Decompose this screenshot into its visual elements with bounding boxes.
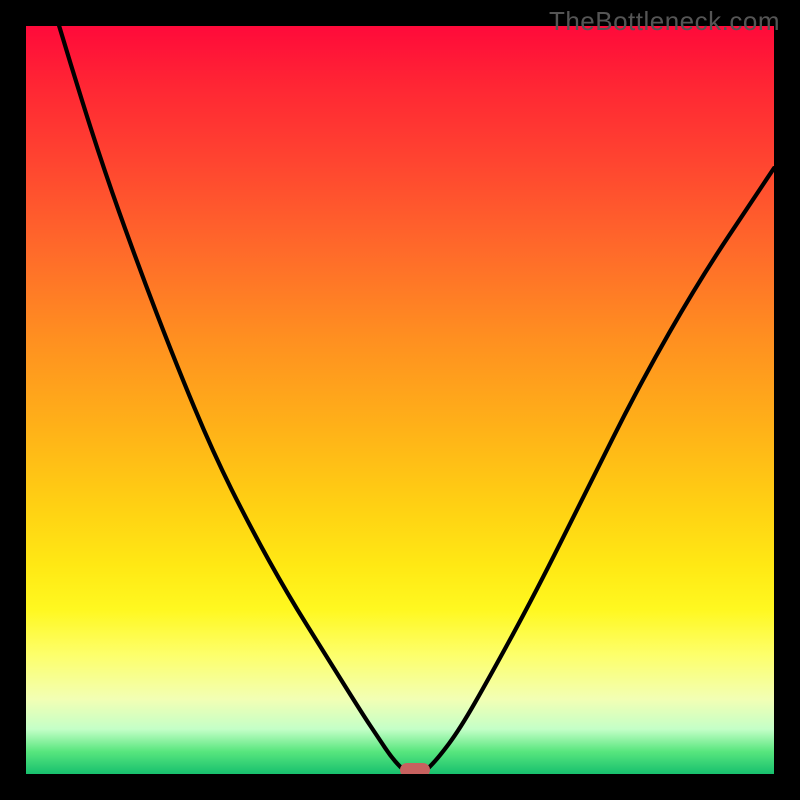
watermark-text: TheBottleneck.com — [549, 6, 780, 37]
plot-area — [26, 26, 774, 774]
chart-container: TheBottleneck.com — [0, 0, 800, 800]
optimal-point-marker — [400, 763, 430, 774]
bottleneck-curve — [26, 26, 774, 774]
